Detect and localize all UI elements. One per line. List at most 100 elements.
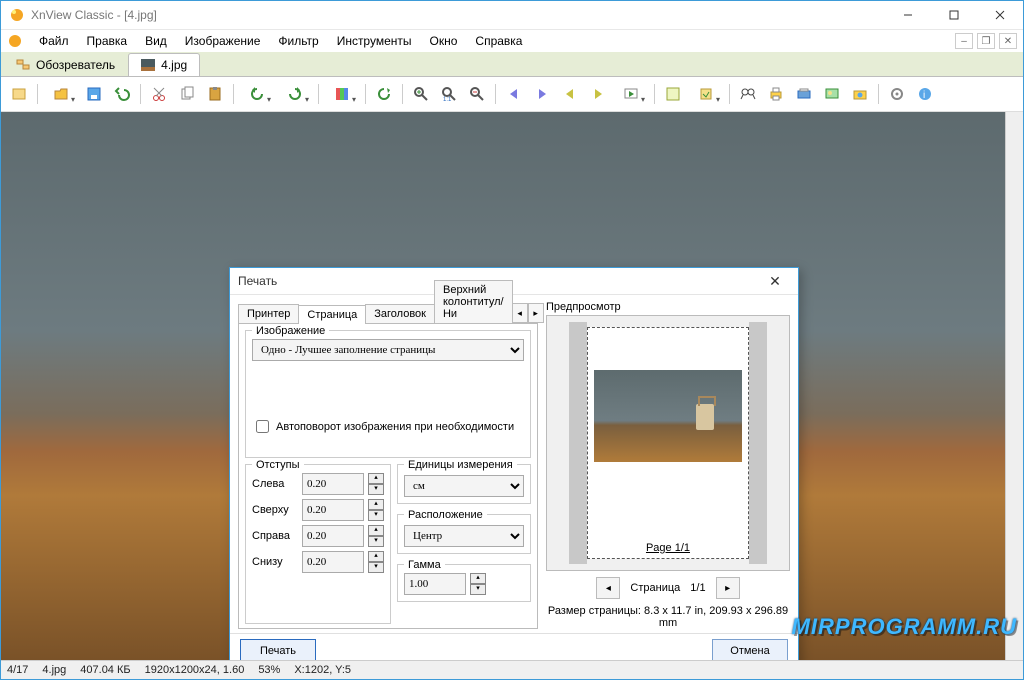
new-browser-icon[interactable] xyxy=(7,82,31,106)
capture-icon[interactable] xyxy=(848,82,872,106)
spin-down[interactable]: ▾ xyxy=(368,484,384,495)
tab-header[interactable]: Заголовок xyxy=(365,304,435,323)
margin-left-input[interactable] xyxy=(302,473,364,495)
fullscreen-icon[interactable] xyxy=(661,82,685,106)
deer-icon xyxy=(696,404,714,430)
autorotate-input[interactable] xyxy=(256,420,269,433)
autorotate-checkbox[interactable]: Автоповорот изображения при необходимост… xyxy=(252,417,524,436)
menu-window[interactable]: Окно xyxy=(422,32,466,50)
cancel-button[interactable]: Отмена xyxy=(712,639,788,660)
paste-icon[interactable] xyxy=(203,82,227,106)
next-file-icon[interactable] xyxy=(530,82,554,106)
spin-up[interactable]: ▴ xyxy=(368,499,384,510)
maximize-button[interactable] xyxy=(931,1,977,29)
print-icon[interactable] xyxy=(764,82,788,106)
tab-image[interactable]: 4.jpg xyxy=(128,53,200,76)
mdi-minimize[interactable]: ‒ xyxy=(955,33,973,49)
adjust-colors-icon[interactable] xyxy=(325,82,359,106)
group-position: Расположение Центр xyxy=(397,514,531,554)
mdi-buttons: ‒ ❐ ✕ xyxy=(955,33,1017,49)
dialog-footer: Печать Отмена xyxy=(230,633,798,660)
undo-icon[interactable] xyxy=(110,82,134,106)
image-viewport[interactable]: Печать ✕ Принтер Страница Заголовок Верх… xyxy=(1,112,1023,660)
group-units-title: Единицы измерения xyxy=(404,459,517,471)
rotate-right-icon[interactable] xyxy=(278,82,312,106)
dialog-tabs: Принтер Страница Заголовок Верхний колон… xyxy=(238,301,538,323)
dialog-title: Печать xyxy=(238,274,277,288)
svg-text:i: i xyxy=(923,90,925,101)
tabs-scroll-left[interactable]: ◂ xyxy=(512,303,528,323)
copy-icon[interactable] xyxy=(175,82,199,106)
toolbar: 1:1 i xyxy=(1,77,1023,112)
titlebar: XnView Classic - [4.jpg] xyxy=(1,1,1023,30)
refresh-icon[interactable] xyxy=(372,82,396,106)
rotate-left-icon[interactable] xyxy=(240,82,274,106)
zoom-in-icon[interactable] xyxy=(409,82,433,106)
mdi-close[interactable]: ✕ xyxy=(999,33,1017,49)
dialog-close-button[interactable]: ✕ xyxy=(760,273,790,290)
preview-page: Page 1/1 xyxy=(587,327,749,559)
spin-up[interactable]: ▴ xyxy=(368,551,384,562)
spin-down[interactable]: ▾ xyxy=(368,536,384,547)
spin-up[interactable]: ▴ xyxy=(368,525,384,536)
tab-headerfooter[interactable]: Верхний колонтитул/Ни xyxy=(434,280,513,323)
spin-down[interactable]: ▾ xyxy=(368,562,384,573)
toolbar-separator xyxy=(233,84,234,104)
group-position-title: Расположение xyxy=(404,509,487,521)
menu-tools[interactable]: Инструменты xyxy=(329,32,420,50)
wallpaper-icon[interactable] xyxy=(820,82,844,106)
close-button[interactable] xyxy=(977,1,1023,29)
gamma-input[interactable] xyxy=(404,573,466,595)
settings-icon[interactable] xyxy=(885,82,909,106)
prev-file-icon[interactable] xyxy=(502,82,526,106)
cut-icon[interactable] xyxy=(147,82,171,106)
toolbar-separator xyxy=(495,84,496,104)
spin-up[interactable]: ▴ xyxy=(470,573,486,584)
acquire-icon[interactable] xyxy=(689,82,723,106)
minimize-button[interactable] xyxy=(885,1,931,29)
menu-image[interactable]: Изображение xyxy=(177,32,269,50)
position-select[interactable]: Центр xyxy=(404,525,524,547)
tab-browser[interactable]: Обозреватель xyxy=(3,53,128,76)
preview-prev-button[interactable]: ◂ xyxy=(596,577,620,599)
save-icon[interactable] xyxy=(82,82,106,106)
folder-tree-icon xyxy=(16,59,30,71)
mdi-restore[interactable]: ❐ xyxy=(977,33,995,49)
menu-view[interactable]: Вид xyxy=(137,32,175,50)
tab-page[interactable]: Страница xyxy=(298,305,366,324)
print-button[interactable]: Печать xyxy=(240,639,316,660)
menu-help[interactable]: Справка xyxy=(467,32,530,50)
svg-text:1:1: 1:1 xyxy=(443,97,452,102)
info-icon[interactable]: i xyxy=(913,82,937,106)
prev-page-icon[interactable] xyxy=(558,82,582,106)
open-icon[interactable] xyxy=(44,82,78,106)
units-select[interactable]: см xyxy=(404,475,524,497)
group-margins: Отступы Слева ▴▾ Сверху xyxy=(245,464,391,624)
toolbar-separator xyxy=(140,84,141,104)
image-mode-select[interactable]: Одно - Лучшее заполнение страницы xyxy=(252,339,524,361)
dialog-titlebar: Печать ✕ xyxy=(230,268,798,295)
slideshow-icon[interactable] xyxy=(614,82,648,106)
tabs-scroll-right[interactable]: ▸ xyxy=(528,303,544,323)
preview-page-footer: Page 1/1 xyxy=(646,542,690,554)
search-icon[interactable] xyxy=(736,82,760,106)
menu-filter[interactable]: Фильтр xyxy=(270,32,326,50)
margin-top-input[interactable] xyxy=(302,499,364,521)
scanner-icon[interactable] xyxy=(792,82,816,106)
preview-next-button[interactable]: ▸ xyxy=(716,577,740,599)
margin-right-input[interactable] xyxy=(302,525,364,547)
spin-up[interactable]: ▴ xyxy=(368,473,384,484)
menu-file[interactable]: Файл xyxy=(31,32,77,50)
autorotate-label: Автоповорот изображения при необходимост… xyxy=(276,421,514,433)
status-zoom: 53% xyxy=(258,664,280,676)
spin-down[interactable]: ▾ xyxy=(470,584,486,595)
vertical-scrollbar[interactable] xyxy=(1005,112,1023,660)
zoom-11-icon[interactable]: 1:1 xyxy=(437,82,461,106)
zoom-out-icon[interactable] xyxy=(465,82,489,106)
next-page-icon[interactable] xyxy=(586,82,610,106)
tab-printer[interactable]: Принтер xyxy=(238,304,299,323)
margin-bottom-input[interactable] xyxy=(302,551,364,573)
menu-edit[interactable]: Правка xyxy=(79,32,136,50)
spin-down[interactable]: ▾ xyxy=(368,510,384,521)
app-icon-small xyxy=(7,33,23,49)
